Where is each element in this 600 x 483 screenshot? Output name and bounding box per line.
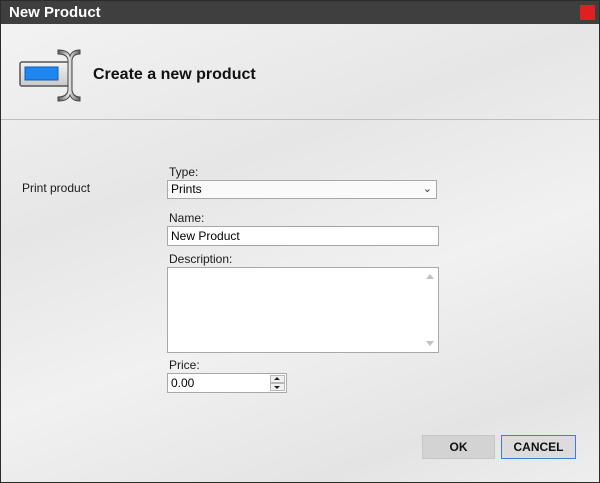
title-bar[interactable]: New Product: [1, 1, 599, 24]
price-value: 0.00: [171, 376, 195, 390]
new-product-dialog: New Product Create a new product Print p…: [0, 0, 600, 483]
ok-button[interactable]: OK: [422, 435, 495, 459]
scroll-down-icon[interactable]: [426, 341, 434, 346]
scroll-up-icon[interactable]: [426, 274, 434, 279]
page-title: Create a new product: [93, 66, 256, 83]
type-label: Type:: [169, 165, 199, 179]
name-label: Name:: [169, 211, 205, 225]
dialog-header: Create a new product: [1, 24, 599, 120]
description-label: Description:: [169, 252, 233, 266]
cancel-button[interactable]: CANCEL: [501, 435, 576, 459]
text-field-icon: [19, 49, 81, 102]
price-stepper[interactable]: 0.00: [167, 373, 287, 393]
decrement-icon[interactable]: [270, 383, 285, 391]
price-spinner: [270, 375, 285, 391]
type-select[interactable]: Prints ⌄: [167, 180, 437, 199]
close-icon[interactable]: [580, 5, 595, 20]
window-title: New Product: [9, 4, 101, 21]
description-field[interactable]: [167, 267, 439, 353]
type-select-value: Prints: [171, 182, 202, 196]
description-scrollbar[interactable]: [421, 268, 438, 352]
increment-icon[interactable]: [270, 375, 285, 383]
price-label: Price:: [169, 358, 200, 372]
name-field[interactable]: New Product: [167, 226, 439, 246]
section-label: Print product: [22, 181, 91, 195]
chevron-down-icon: ⌄: [422, 183, 432, 195]
